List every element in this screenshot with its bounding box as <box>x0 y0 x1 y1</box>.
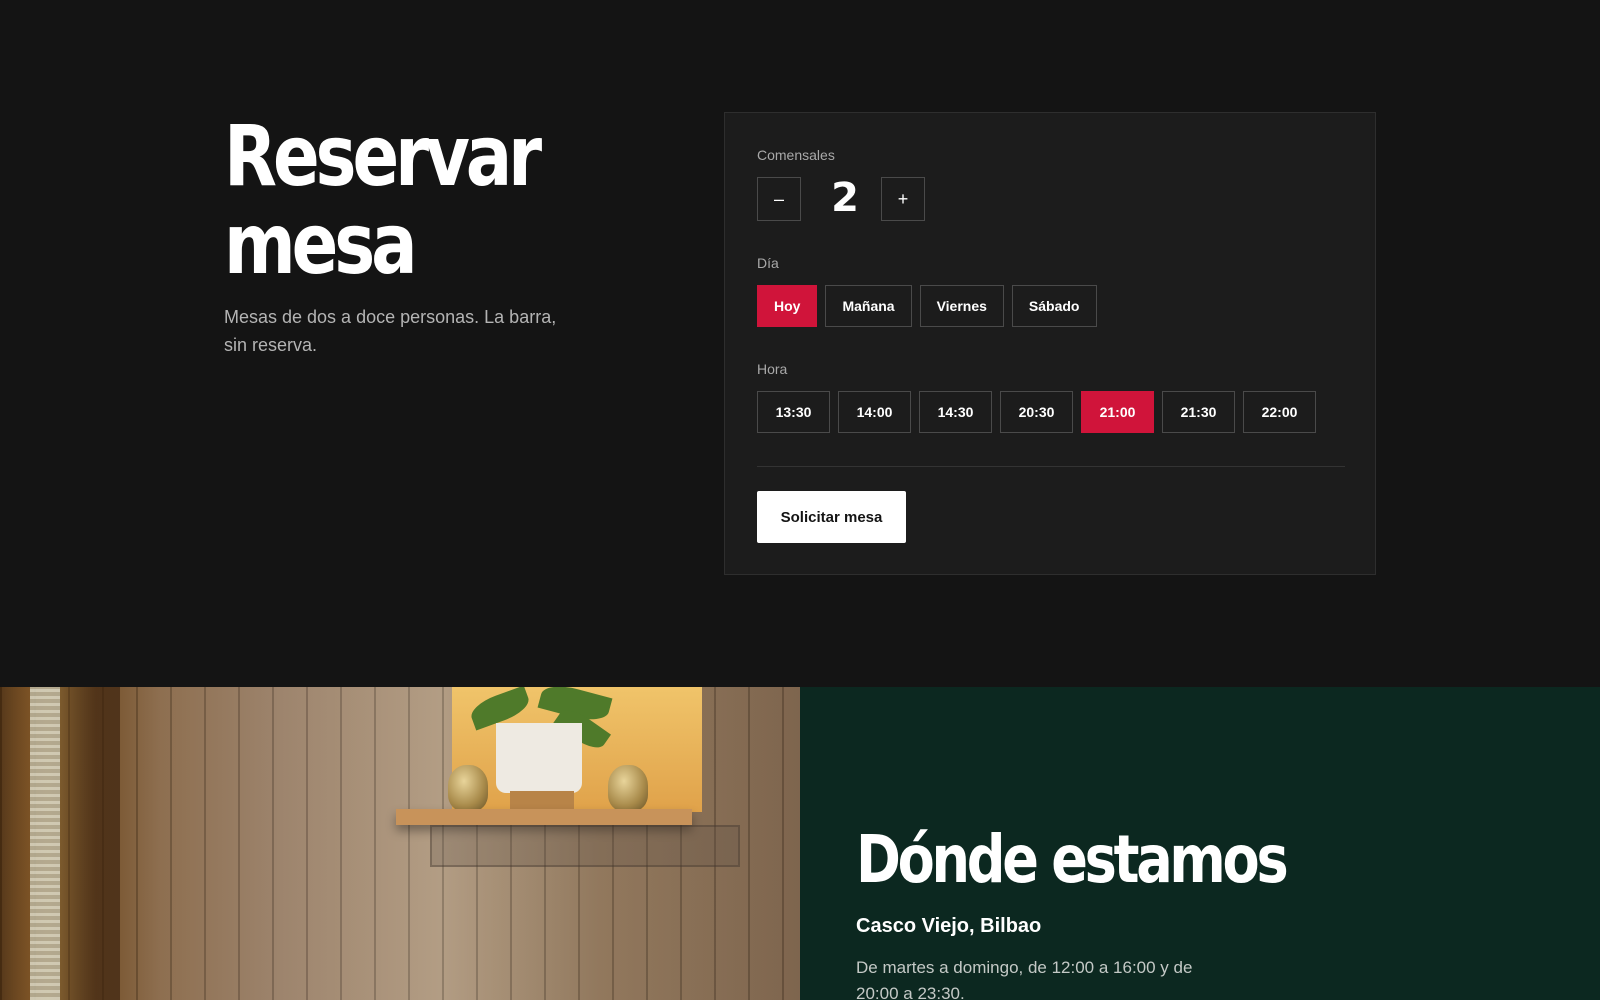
guests-count: 2 <box>831 175 859 221</box>
guests-decrement-button[interactable]: – <box>757 177 801 221</box>
reservation-section: Reservar mesa Mesas de dos a doce person… <box>0 0 1600 687</box>
restaurant-interior-photo <box>0 687 800 1000</box>
reservation-title: Reservar mesa <box>224 107 542 293</box>
day-option-manana[interactable]: Mañana <box>825 285 912 327</box>
day-option-sabado[interactable]: Sábado <box>1011 285 1097 327</box>
guests-increment-button[interactable]: + <box>881 177 925 221</box>
day-option-viernes[interactable]: Viernes <box>919 285 1004 327</box>
opening-hours: De martes a domingo, de 12:00 a 16:00 y … <box>856 958 1193 1000</box>
booking-panel: Comensales – 2 + Día Hoy Mañana Viernes … <box>724 112 1376 575</box>
time-options: 13:30 14:00 14:30 20:30 21:00 21:30 22:0… <box>757 391 1316 433</box>
location-section: Dónde estamos Casco Viejo, Bilbao De mar… <box>800 687 1600 1000</box>
location-title: Dónde estamos <box>856 821 1289 898</box>
time-option-1430[interactable]: 14:30 <box>919 391 992 433</box>
time-option-2100[interactable]: 21:00 <box>1081 391 1154 433</box>
panel-divider <box>757 466 1345 467</box>
time-option-2200[interactable]: 22:00 <box>1243 391 1316 433</box>
day-label: Día <box>757 255 779 271</box>
reservation-subtitle: Mesas de dos a doce personas. La barra, … <box>224 307 557 355</box>
day-options: Hoy Mañana Viernes Sábado <box>757 285 1097 327</box>
day-option-hoy[interactable]: Hoy <box>757 285 818 327</box>
time-option-2030[interactable]: 20:30 <box>1000 391 1073 433</box>
time-option-2130[interactable]: 21:30 <box>1162 391 1235 433</box>
guests-label: Comensales <box>757 147 835 163</box>
request-table-button[interactable]: Solicitar mesa <box>757 491 906 543</box>
time-option-1400[interactable]: 14:00 <box>838 391 911 433</box>
location-place: Casco Viejo, Bilbao <box>856 915 1042 937</box>
time-option-1330[interactable]: 13:30 <box>757 391 830 433</box>
time-label: Hora <box>757 361 788 377</box>
